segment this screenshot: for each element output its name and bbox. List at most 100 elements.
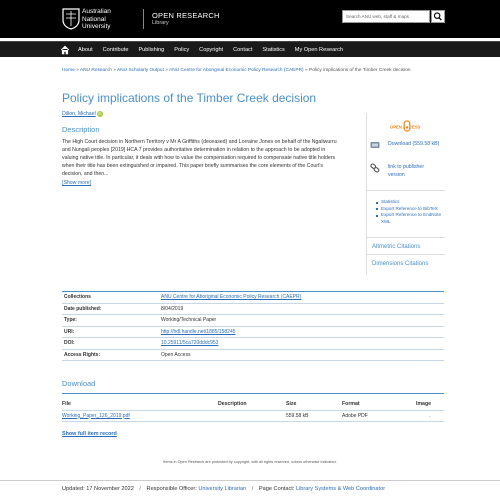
metadata-key: Access Rights: <box>64 351 101 358</box>
author-link[interactable]: Dillon, Michael iD <box>62 111 103 117</box>
open-access-icon: OPEN ACCESS <box>390 120 421 132</box>
sidebar-divider <box>367 237 445 238</box>
table-row: Type: Working/Technical Paper <box>62 315 444 326</box>
breadcrumb: Home » ANU Research » ANU Scholarly Outp… <box>62 67 444 75</box>
table-row: Working_Paper_126_2019.pdf 559.58 kB Ado… <box>62 410 444 422</box>
author-name[interactable]: Dillon, Michael <box>62 111 96 117</box>
nav-item-contact[interactable]: Contact <box>233 47 252 53</box>
description-heading: Description <box>62 125 100 134</box>
export-endnote-link-label[interactable]: Export Reference to EndNote XML <box>381 212 441 224</box>
search-button[interactable] <box>431 10 445 23</box>
metadata-value: Working/Technical Paper <box>161 317 217 324</box>
uri-link[interactable]: http://hdl.handle.net/1885/158245 <box>161 329 236 335</box>
sidebar-divider <box>367 190 445 191</box>
breadcrumb-caepr[interactable]: ANU Centre for Aboriginal Economic Polic… <box>169 68 304 73</box>
updated-label: Updated: <box>62 486 85 492</box>
page-title: Policy implications of the Timber Creek … <box>62 91 317 105</box>
footer-separator: / <box>251 486 254 492</box>
breadcrumb-home[interactable]: Home <box>62 68 75 73</box>
breadcrumb-separator: » <box>76 68 79 73</box>
publisher-version-link[interactable]: link to publisher version <box>388 163 440 179</box>
download-heading: Download <box>62 379 96 388</box>
anu-crest-icon[interactable] <box>62 8 80 30</box>
collection-link[interactable]: ANU Centre for Aboriginal Economic Polic… <box>161 294 301 300</box>
breadcrumb-separator: » <box>305 68 308 73</box>
statistics-link-label[interactable]: Statistics <box>381 199 399 204</box>
download-icon[interactable] <box>370 140 380 150</box>
column-header-size: Size <box>286 398 342 411</box>
metadata-value: 10.25911/5ca720dddc953 <box>159 338 444 350</box>
breadcrumb-separator: » <box>165 68 168 73</box>
export-endnote-link[interactable]: Export Reference to EndNote XML <box>375 212 443 225</box>
breadcrumb-anu-research[interactable]: ANU Research <box>80 68 112 73</box>
export-bibtex-link-label[interactable]: Export Reference to BibTeX <box>381 206 438 211</box>
file-format: Adobe PDF <box>342 410 416 422</box>
contact-label: Page Contact: <box>258 486 295 492</box>
download-table: File Description Size Format Image Worki… <box>62 398 444 422</box>
download-divider <box>62 393 444 394</box>
main-nav: About Contribute Publishing Policy Copyr… <box>0 41 500 57</box>
sidebar-divider <box>367 254 445 255</box>
table-row: Access Rights: Open Access <box>62 349 444 361</box>
column-header-image: Image <box>416 398 444 411</box>
altmetric-citations-link[interactable]: Altmetric Citations <box>372 244 420 250</box>
copyright-notice: Items in Open Research are protected by … <box>163 460 337 464</box>
doi-link[interactable]: 10.25911/5ca720dddc953 <box>161 340 218 346</box>
file-download-link[interactable]: Working_Paper_126_2019.pdf <box>62 413 130 419</box>
file-description <box>218 410 286 422</box>
site-title[interactable]: OPEN RESEARCH <box>152 11 220 20</box>
show-more-link[interactable]: [Show more] <box>62 180 91 186</box>
nav-item-my-open-research[interactable]: My Open Research <box>295 47 343 53</box>
breadcrumb-scholarly-output[interactable]: ANU Scholarly Output <box>117 68 164 73</box>
metadata-table: Collections ANU Centre for Aboriginal Ec… <box>62 291 444 361</box>
dimensions-citations-link[interactable]: Dimensions Citations <box>372 261 428 267</box>
sidebar-links: Statistics Export Reference to BibTeX Ex… <box>375 199 443 225</box>
nav-item-policy[interactable]: Policy <box>174 47 189 53</box>
home-icon[interactable] <box>60 45 70 55</box>
breadcrumb-current: Policy implications of the Timber Creek … <box>309 68 411 73</box>
site-footer: Updated: 17 November 2022 / Responsible … <box>62 486 385 492</box>
search-input[interactable]: Search ANU web, staff & maps <box>342 10 430 23</box>
responsible-officer-link[interactable]: University Librarian <box>198 486 246 492</box>
file-size: 559.58 kB <box>286 410 342 422</box>
download-link[interactable]: Download (559.58 kB) <box>388 140 444 148</box>
nav-item-copyright[interactable]: Copyright <box>199 47 223 53</box>
page-contact-link[interactable]: Library Systems & Web Coordinator <box>296 486 385 492</box>
table-row: URI: http://hdl.handle.net/1885/158245 <box>62 326 444 338</box>
nav-item-contribute[interactable]: Contribute <box>103 47 129 53</box>
metadata-value: Open Access <box>161 351 191 358</box>
item-sidebar: OPEN ACCESS Download (559.58 kB) link to… <box>366 113 445 275</box>
footer-separator: / <box>139 486 141 492</box>
table-row: DOI: 10.25911/5ca720dddc953 <box>62 338 444 350</box>
metadata-key: DOI: <box>64 340 75 347</box>
metadata-key: Date published: <box>64 305 102 312</box>
university-name[interactable]: Australian National University <box>82 8 111 31</box>
search-icon <box>433 12 442 21</box>
file-image: . <box>416 410 444 422</box>
logo-line-1: Australian <box>82 8 111 15</box>
metadata-value: http://hdl.handle.net/1885/158245 <box>159 326 444 338</box>
table-row: Collections ANU Centre for Aboriginal Ec… <box>62 291 444 304</box>
logo-line-2: National <box>82 15 106 23</box>
column-header-file: File <box>62 398 218 411</box>
metadata-value: ANU Centre for Aboriginal Economic Polic… <box>159 292 444 304</box>
site-header: Australian National University OPEN RESE… <box>0 0 500 38</box>
logo-line-3: University <box>82 23 111 30</box>
column-header-description: Description <box>218 398 286 411</box>
download-header-row: File Description Size Format Image <box>62 398 444 411</box>
officer-label: Responsible Officer: <box>146 486 197 492</box>
nav-item-about[interactable]: About <box>78 47 93 53</box>
footer-divider <box>0 480 500 481</box>
show-full-record-link[interactable]: Show full item record <box>62 431 117 437</box>
table-row: Date published: 8/04/2019 <box>62 303 444 315</box>
orcid-icon[interactable]: iD <box>96 111 103 117</box>
nav-item-publishing[interactable]: Publishing <box>138 47 164 53</box>
description-text: The High Court decision in Northern Terr… <box>62 139 337 177</box>
metadata-value: 8/04/2019 <box>161 305 184 312</box>
column-header-format: Format <box>342 398 416 411</box>
nav-item-statistics[interactable]: Statistics <box>262 47 284 53</box>
metadata-key: URI: <box>64 328 75 335</box>
breadcrumb-separator: » <box>113 68 116 73</box>
link-icon[interactable] <box>370 163 380 173</box>
site-subtitle[interactable]: Library <box>152 20 169 26</box>
